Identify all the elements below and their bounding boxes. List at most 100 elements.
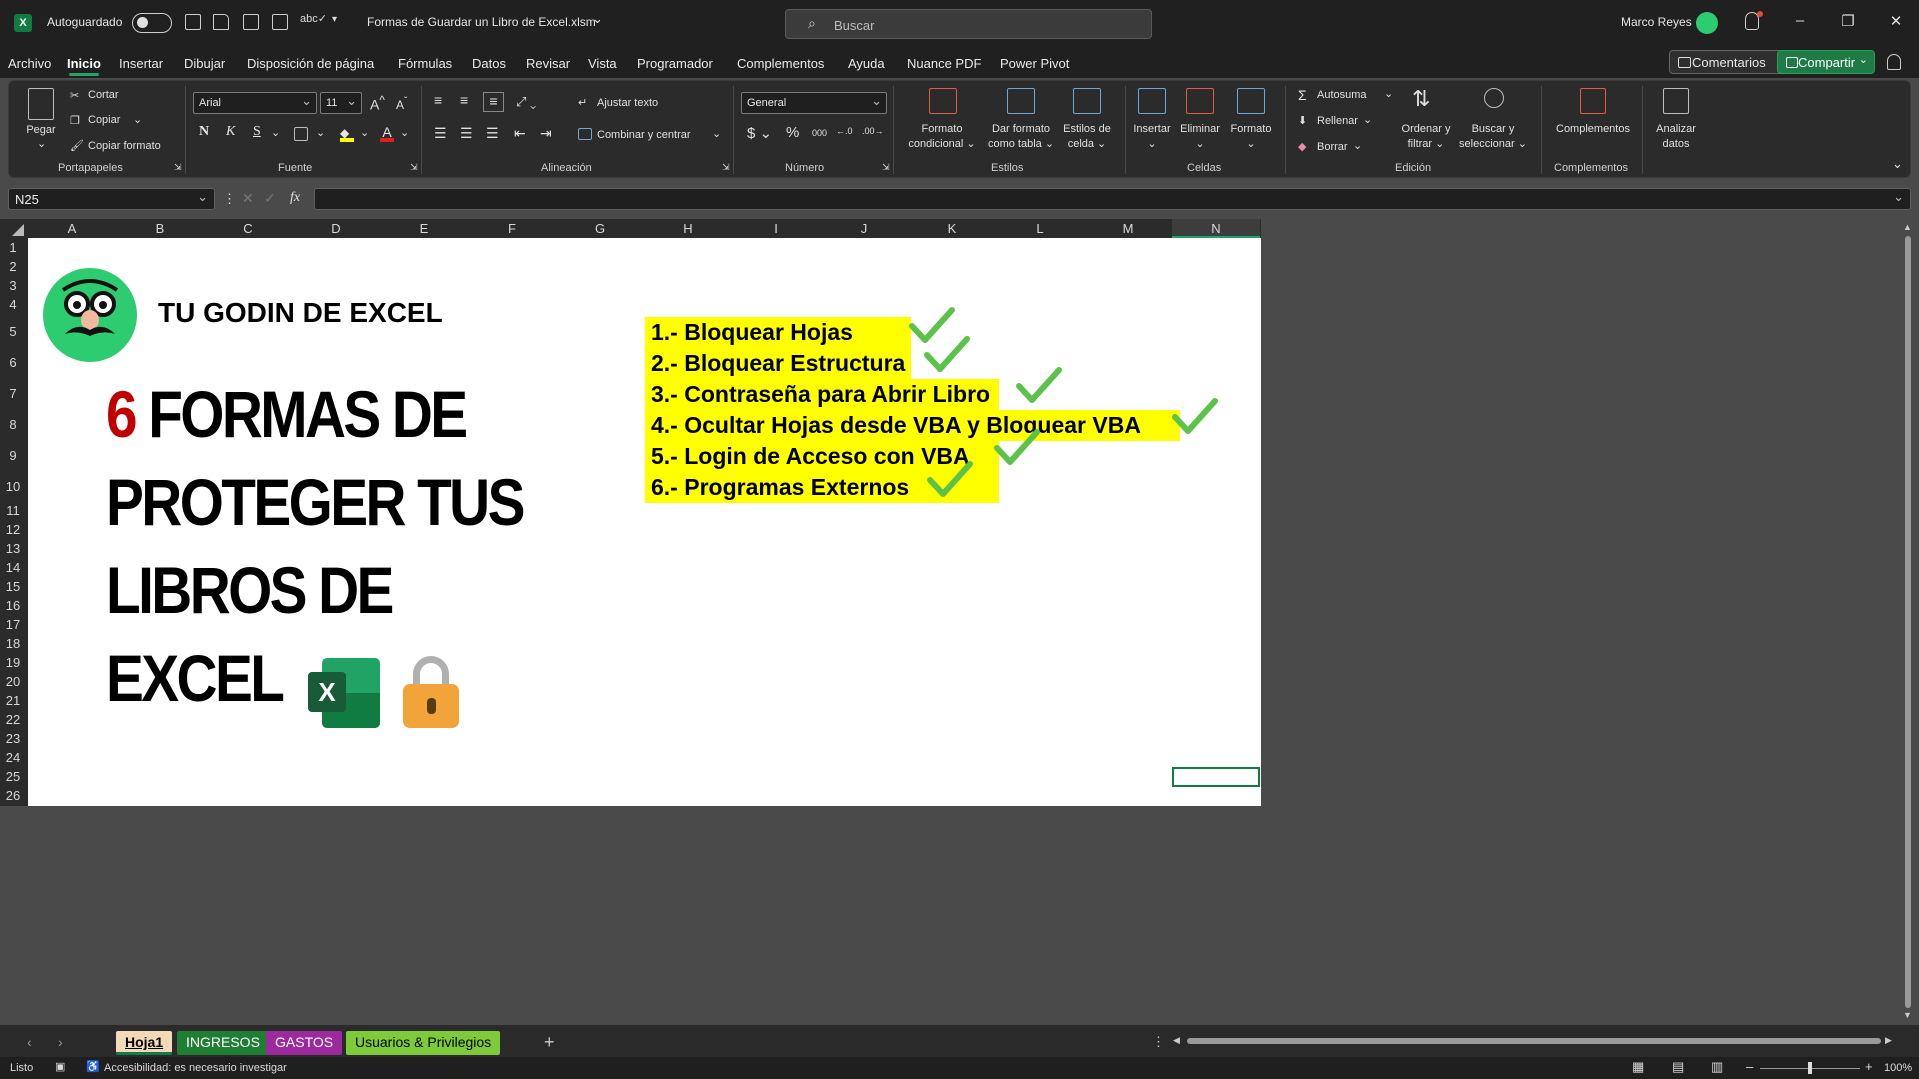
chevron-down-icon[interactable]: ⌄: [1363, 113, 1372, 126]
column-header-c[interactable]: C: [204, 221, 292, 236]
tab-disposicion[interactable]: Disposición de página: [247, 56, 374, 71]
column-header-n[interactable]: N: [1172, 219, 1260, 238]
scroll-up-icon[interactable]: ▲: [1903, 222, 1912, 232]
tab-ayuda[interactable]: Ayuda: [848, 56, 885, 71]
document-title[interactable]: Formas de Guardar un Libro de Excel.xlsm: [367, 15, 596, 29]
restore-icon[interactable]: ❐: [1838, 12, 1858, 30]
sheet-tab-usuarios[interactable]: Usuarios & Privilegios: [346, 1031, 501, 1055]
row-header[interactable]: 17: [0, 617, 26, 632]
row-header[interactable]: 2: [0, 259, 26, 274]
chevron-down-icon[interactable]: ⌄: [316, 126, 325, 139]
selected-cell-n25[interactable]: [1172, 767, 1260, 787]
search-input[interactable]: ⌕ Buscar: [785, 9, 1152, 39]
spelling-icon[interactable]: abc✓: [300, 12, 327, 25]
merge-button[interactable]: Combinar y centrar: [597, 129, 691, 141]
cell-styles-button[interactable]: Estilos de celda ⌄: [1055, 122, 1119, 152]
normal-view-icon[interactable]: ▦: [1632, 1059, 1644, 1075]
paste-icon[interactable]: [28, 88, 54, 120]
row-header[interactable]: 1: [0, 240, 26, 255]
row-header[interactable]: 26: [0, 788, 26, 803]
dialog-launcher-icon[interactable]: ⇲: [174, 162, 182, 173]
chevron-down-icon[interactable]: ⌄: [360, 126, 369, 139]
zoom-slider[interactable]: [1760, 1062, 1860, 1074]
chevron-down-icon[interactable]: ⌄: [133, 113, 142, 126]
row-header[interactable]: 18: [0, 636, 26, 651]
align-top-icon[interactable]: ≡: [434, 92, 442, 108]
sheet-tab-gastos[interactable]: GASTOS: [266, 1031, 343, 1055]
row-header[interactable]: 19: [0, 655, 26, 670]
column-header-k[interactable]: K: [908, 221, 996, 236]
italic-icon[interactable]: K: [226, 124, 235, 140]
row-header[interactable]: 21: [0, 693, 26, 708]
format-cells-button[interactable]: Formato ⌄: [1226, 122, 1276, 152]
scroll-left-icon[interactable]: ◀: [1173, 1035, 1180, 1046]
avatar[interactable]: [1696, 12, 1718, 34]
tab-datos[interactable]: Datos: [472, 56, 506, 71]
column-header-a[interactable]: A: [28, 221, 116, 236]
page-layout-icon[interactable]: ▤: [1672, 1059, 1684, 1075]
tab-complementos[interactable]: Complementos: [737, 56, 824, 71]
clear-button[interactable]: Borrar: [1317, 141, 1348, 153]
chevron-down-icon[interactable]: ⌄: [271, 126, 280, 139]
delete-cells-button[interactable]: Eliminar ⌄: [1176, 122, 1224, 152]
tab-inicio[interactable]: Inicio: [67, 56, 101, 76]
find-select-button[interactable]: Buscar y seleccionar ⌄: [1456, 122, 1530, 152]
tab-power-pivot[interactable]: Power Pivot: [1000, 56, 1069, 71]
dialog-launcher-icon[interactable]: ⇲: [410, 162, 418, 173]
vertical-scrollbar[interactable]: ▲ ▼: [1901, 222, 1915, 1024]
row-header[interactable]: 20: [0, 674, 26, 689]
collapse-ribbon-icon[interactable]: ⌄: [1892, 156, 1903, 172]
font-color-icon[interactable]: A: [380, 124, 394, 142]
increase-indent-icon[interactable]: ⇥: [540, 125, 552, 142]
increase-font-icon[interactable]: A^: [370, 94, 385, 113]
horizontal-scrollbar[interactable]: ◀ ▶: [1173, 1034, 1897, 1048]
sheet-tab-ingresos[interactable]: INGRESOS: [177, 1031, 269, 1055]
tab-archivo[interactable]: Archivo: [8, 56, 51, 71]
align-right-icon[interactable]: ☰: [486, 125, 499, 142]
row-header[interactable]: 15: [0, 579, 26, 594]
number-format-select[interactable]: General: [741, 92, 887, 114]
column-header-m[interactable]: M: [1084, 221, 1172, 236]
row-header[interactable]: 3: [0, 278, 26, 293]
tab-vista[interactable]: Vista: [588, 56, 617, 71]
row-header[interactable]: 6: [0, 355, 26, 370]
tab-nuance-pdf[interactable]: Nuance PDF: [907, 56, 981, 71]
comments-button[interactable]: Comentarios: [1669, 50, 1785, 74]
row-header[interactable]: 12: [0, 522, 26, 537]
column-header-j[interactable]: J: [820, 221, 908, 236]
chevron-down-icon[interactable]: ⌄: [1384, 87, 1393, 100]
name-box[interactable]: N25 ⌄: [8, 188, 215, 210]
fill-button[interactable]: Rellenar: [1317, 115, 1358, 127]
decrease-indent-icon[interactable]: ⇤: [514, 125, 526, 142]
percent-icon[interactable]: %: [786, 124, 799, 141]
row-header[interactable]: 24: [0, 750, 26, 765]
fill-color-icon[interactable]: ◆: [340, 126, 354, 142]
insert-cells-button[interactable]: Insertar ⌄: [1128, 122, 1176, 152]
row-header[interactable]: 10: [0, 479, 26, 494]
align-left-icon[interactable]: ☰: [434, 125, 447, 142]
conditional-format-button[interactable]: Formato condicional ⌄: [899, 122, 985, 152]
row-header[interactable]: 16: [0, 598, 26, 613]
borders-icon[interactable]: [294, 127, 308, 141]
autosave-toggle[interactable]: [132, 13, 172, 33]
row-header[interactable]: 14: [0, 560, 26, 575]
sheet-tab-hoja1[interactable]: Hoja1: [116, 1031, 173, 1055]
minimize-icon[interactable]: –: [1790, 12, 1810, 29]
currency-icon[interactable]: $ ⌄: [747, 124, 772, 142]
insert-function-icon[interactable]: fx: [290, 190, 300, 206]
scroll-right-icon[interactable]: ▶: [1885, 1035, 1892, 1046]
row-header[interactable]: 5: [0, 324, 26, 339]
screenshot-icon[interactable]: [272, 14, 288, 30]
bold-icon[interactable]: N: [199, 124, 209, 140]
underline-icon[interactable]: S: [253, 124, 261, 140]
scroll-down-icon[interactable]: ▼: [1903, 1010, 1912, 1020]
wrap-text-button[interactable]: Ajustar texto: [597, 97, 658, 109]
sort-filter-button[interactable]: Ordenar y filtrar ⌄: [1394, 122, 1458, 152]
customize-qat-icon[interactable]: ▾: [332, 14, 337, 25]
dialog-launcher-icon[interactable]: ⇲: [882, 162, 890, 173]
paste-button[interactable]: Pegar: [25, 123, 57, 138]
column-header-e[interactable]: E: [380, 221, 468, 236]
chevron-down-icon[interactable]: ⌄: [400, 126, 409, 139]
tab-programador[interactable]: Programador: [637, 56, 713, 71]
chevron-down-icon[interactable]: ⌄: [37, 137, 46, 150]
